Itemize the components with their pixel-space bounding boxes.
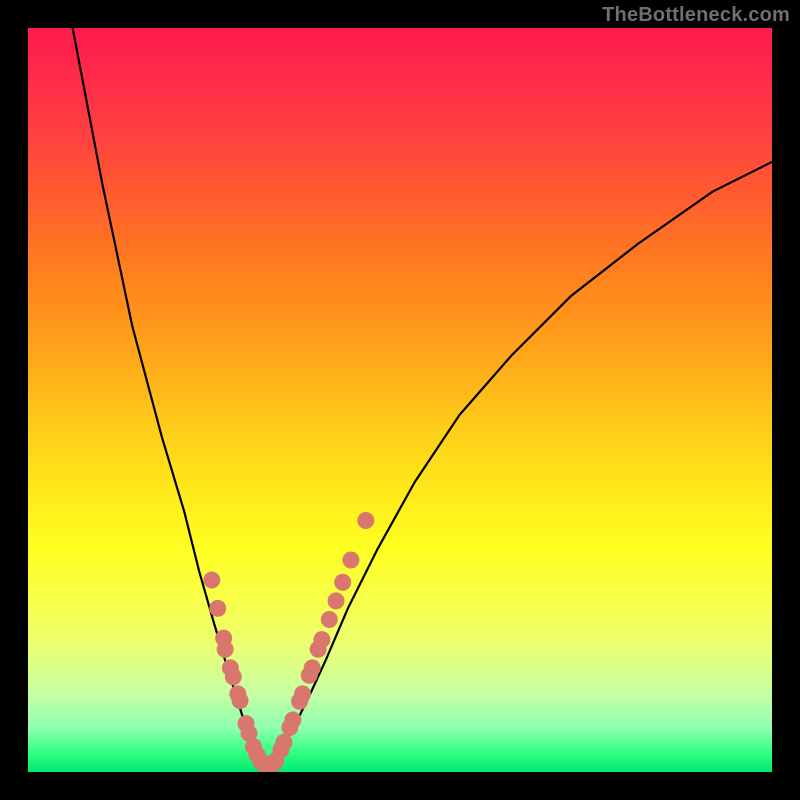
scatter-dot xyxy=(275,734,292,751)
scatter-dots-group xyxy=(203,512,374,772)
scatter-dot xyxy=(225,668,242,685)
scatter-dot xyxy=(217,641,234,658)
scatter-dot xyxy=(304,659,321,676)
scatter-dot xyxy=(294,685,311,702)
plot-area xyxy=(28,28,772,772)
scatter-dot xyxy=(209,600,226,617)
scatter-dot xyxy=(342,551,359,568)
watermark-text: TheBottleneck.com xyxy=(602,4,790,27)
chart-frame: TheBottleneck.com xyxy=(0,0,800,800)
scatter-dot xyxy=(232,692,249,709)
scatter-dot xyxy=(334,574,351,591)
bottleneck-curve-svg xyxy=(28,28,772,772)
scatter-dot xyxy=(328,592,345,609)
curve-left-branch xyxy=(73,28,263,768)
curve-right-branch xyxy=(262,162,772,768)
scatter-dot xyxy=(313,631,330,648)
scatter-dot xyxy=(357,512,374,529)
scatter-dot xyxy=(284,711,301,728)
scatter-dot xyxy=(321,611,338,628)
scatter-dot xyxy=(203,572,220,589)
